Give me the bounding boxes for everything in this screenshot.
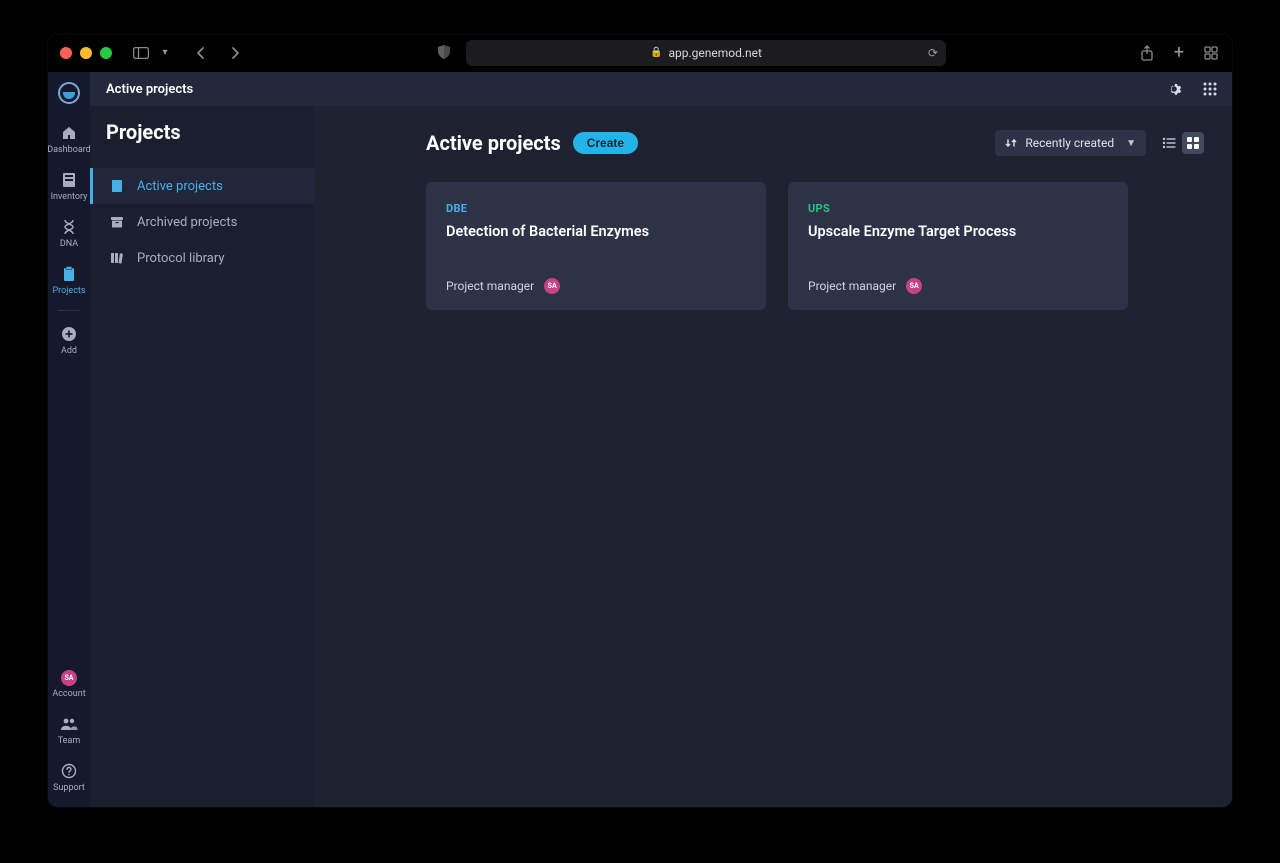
window-minimize[interactable]	[80, 47, 92, 59]
book-icon	[109, 178, 125, 194]
side-panel: Active projects Projects Active projects	[90, 72, 314, 807]
pm-label: Project manager	[808, 279, 896, 293]
archive-icon	[109, 214, 125, 230]
rail-item-add[interactable]: Add	[48, 317, 90, 364]
pm-avatar: SA	[544, 278, 560, 294]
home-icon	[60, 124, 78, 142]
sidebar-toggle-icon[interactable]	[132, 44, 150, 62]
rail-item-dashboard[interactable]: Dashboard	[48, 116, 90, 163]
dna-icon	[60, 218, 78, 236]
pm-label: Project manager	[446, 279, 534, 293]
app-root: Dashboard Inventory DNA	[48, 72, 1232, 807]
window-close[interactable]	[60, 47, 72, 59]
main-area: Active projects Create Recently created …	[314, 72, 1232, 807]
sidepanel-item-label: Protocol library	[137, 251, 225, 266]
nav-rail: Dashboard Inventory DNA	[48, 72, 90, 807]
account-avatar: SA	[61, 670, 77, 686]
rail-separator	[58, 310, 80, 311]
nav-forward-icon[interactable]	[226, 44, 244, 62]
rail-item-dna[interactable]: DNA	[48, 210, 90, 257]
breadcrumb-text: Active projects	[106, 82, 193, 97]
grid-view-icon	[1187, 137, 1199, 149]
url-text: app.genemod.net	[668, 46, 761, 60]
settings-button[interactable]	[1168, 81, 1184, 97]
team-icon	[60, 715, 78, 733]
project-code: UPS	[808, 202, 1108, 215]
library-icon	[109, 250, 125, 266]
rail-label: Projects	[53, 286, 86, 296]
rail-label: Support	[53, 783, 85, 793]
project-footer: Project manager SA	[446, 250, 746, 294]
app-logo[interactable]	[58, 82, 80, 104]
create-button[interactable]: Create	[573, 132, 638, 154]
project-title: Upscale Enzyme Target Process	[808, 223, 1108, 240]
sort-dropdown[interactable]: Recently created ▼	[995, 130, 1146, 156]
project-footer: Project manager SA	[808, 250, 1108, 294]
rail-label: Team	[58, 736, 81, 746]
inventory-icon	[60, 171, 78, 189]
tab-overview-icon[interactable]	[1202, 44, 1220, 62]
view-list-button[interactable]	[1158, 132, 1180, 154]
rail-label: DNA	[60, 239, 78, 249]
sort-label: Recently created	[1025, 136, 1114, 150]
pm-avatar: SA	[906, 278, 922, 294]
new-tab-icon[interactable]: +	[1170, 44, 1188, 62]
privacy-shield-icon[interactable]	[436, 44, 454, 62]
chevron-down-icon[interactable]: ▾	[156, 44, 174, 62]
rail-label: Account	[52, 689, 85, 699]
window-controls	[60, 47, 112, 59]
help-icon	[60, 762, 78, 780]
browser-window: ▾ 🔒 app.genemod.net ⟳	[48, 34, 1232, 807]
lock-icon: 🔒	[650, 47, 662, 58]
rail-label: Dashboard	[48, 145, 91, 155]
breadcrumb: Active projects	[90, 72, 314, 106]
share-icon[interactable]	[1138, 44, 1156, 62]
browser-chrome: ▾ 🔒 app.genemod.net ⟳	[48, 34, 1232, 72]
project-card[interactable]: UPS Upscale Enzyme Target Process Projec…	[788, 182, 1128, 310]
sidepanel-item-label: Archived projects	[137, 215, 237, 230]
view-grid-button[interactable]	[1182, 132, 1204, 154]
apps-button[interactable]	[1202, 81, 1218, 97]
address-bar[interactable]: 🔒 app.genemod.net ⟳	[466, 40, 946, 66]
content: Active projects Create Recently created …	[314, 106, 1232, 807]
plus-circle-icon	[60, 325, 78, 343]
rail-label: Add	[61, 346, 77, 356]
project-title: Detection of Bacterial Enzymes	[446, 223, 746, 240]
project-card[interactable]: DBE Detection of Bacterial Enzymes Proje…	[426, 182, 766, 310]
topbar	[314, 72, 1232, 106]
chevron-down-icon: ▼	[1126, 138, 1136, 149]
rail-item-support[interactable]: Support	[48, 754, 90, 801]
reload-icon[interactable]: ⟳	[928, 46, 938, 60]
content-header: Active projects Create Recently created …	[426, 130, 1204, 156]
rail-item-projects[interactable]: Projects	[48, 257, 90, 304]
project-code: DBE	[446, 202, 746, 215]
page-title: Active projects	[426, 131, 561, 155]
sidepanel-item-protocol-library[interactable]: Protocol library	[90, 240, 314, 276]
sidepanel-item-label: Active projects	[137, 179, 223, 194]
window-maximize[interactable]	[100, 47, 112, 59]
grid-icon	[1203, 82, 1217, 96]
sidepanel-item-active-projects[interactable]: Active projects	[90, 168, 314, 204]
sidepanel-item-archived-projects[interactable]: Archived projects	[90, 204, 314, 240]
rail-item-account[interactable]: SA Account	[48, 662, 90, 707]
rail-item-team[interactable]: Team	[48, 707, 90, 754]
sidepanel-nav: Active projects Archived projects Protoc…	[90, 168, 314, 276]
nav-back-icon[interactable]	[192, 44, 210, 62]
rail-item-inventory[interactable]: Inventory	[48, 163, 90, 210]
rail-label: Inventory	[51, 192, 88, 202]
project-cards: DBE Detection of Bacterial Enzymes Proje…	[426, 182, 1204, 310]
clipboard-icon	[60, 265, 78, 283]
sort-icon	[1005, 137, 1017, 149]
gear-icon	[1168, 81, 1184, 97]
view-toggle	[1158, 132, 1204, 154]
list-icon	[1162, 137, 1176, 149]
sidepanel-title: Projects	[90, 106, 314, 150]
